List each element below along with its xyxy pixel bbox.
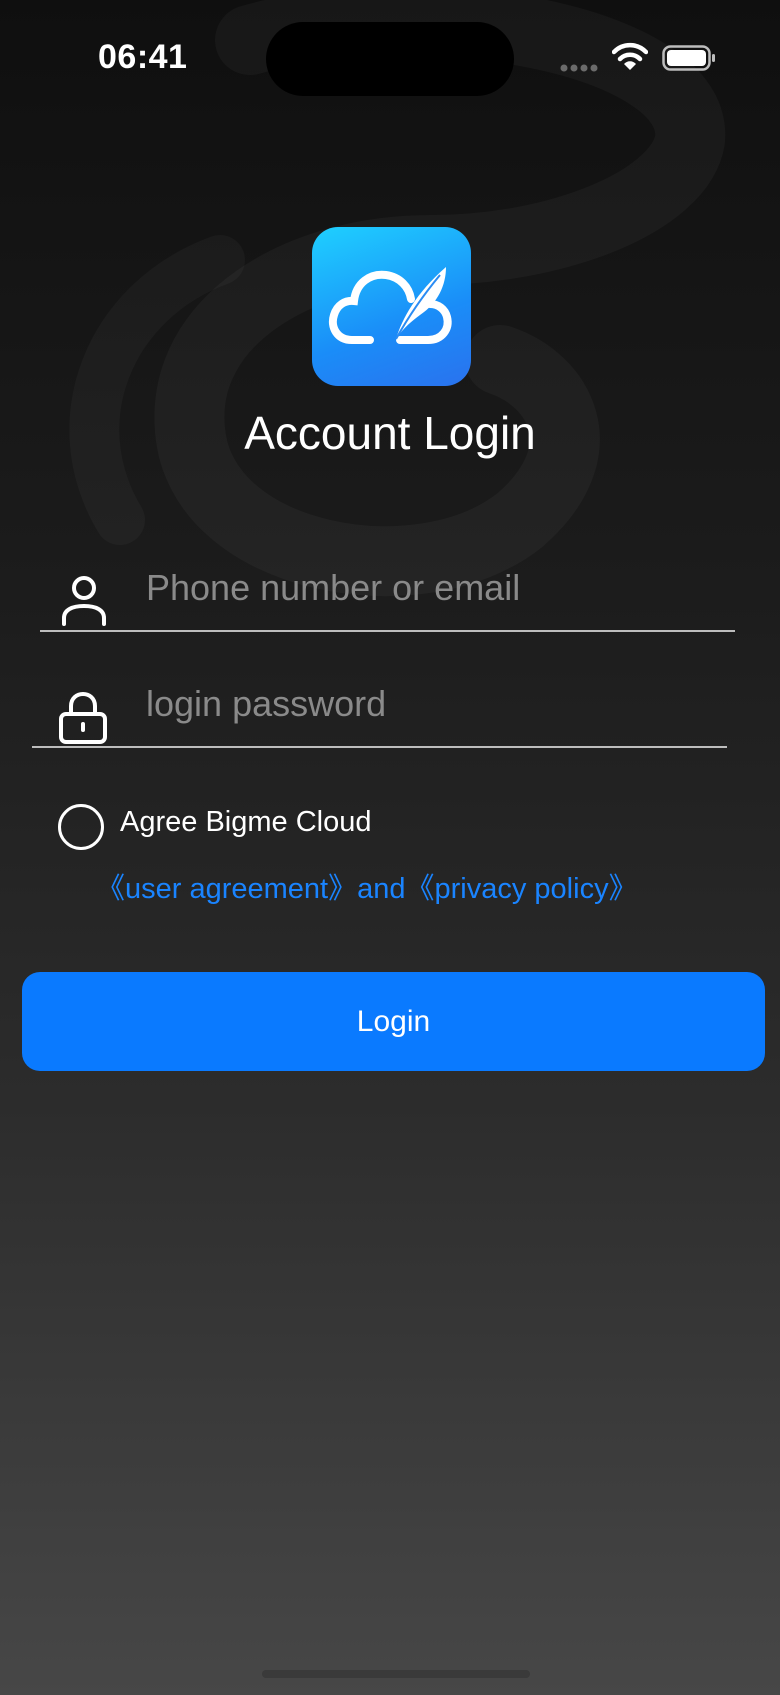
battery-icon (662, 45, 715, 71)
username-field (40, 552, 735, 632)
lock-icon (59, 692, 107, 744)
phone-email-input[interactable] (144, 562, 728, 614)
password-input[interactable] (144, 678, 718, 730)
and-text: and (357, 873, 406, 905)
username-underline (40, 630, 735, 632)
agreement-links: 《user agreement》and《privacy policy》 (96, 865, 638, 907)
user-icon (62, 576, 106, 626)
status-bar: 06:41 (0, 0, 780, 110)
login-button[interactable]: Login (22, 972, 765, 1071)
dynamic-island (266, 22, 514, 96)
agree-label: Agree Bigme Cloud (120, 806, 372, 838)
agree-checkbox[interactable] (58, 804, 104, 850)
status-time: 06:41 (98, 38, 188, 76)
password-underline (32, 746, 727, 748)
password-field (32, 668, 727, 748)
signal-dots-icon (560, 64, 598, 72)
privacy-policy-link[interactable]: 《privacy policy》 (406, 873, 638, 905)
home-indicator (262, 1670, 530, 1678)
wifi-icon (612, 42, 648, 70)
cloud-feather-icon (329, 267, 452, 344)
user-agreement-link[interactable]: 《user agreement》 (96, 873, 357, 905)
app-logo (312, 227, 471, 386)
page-title: Account Login (244, 407, 536, 459)
